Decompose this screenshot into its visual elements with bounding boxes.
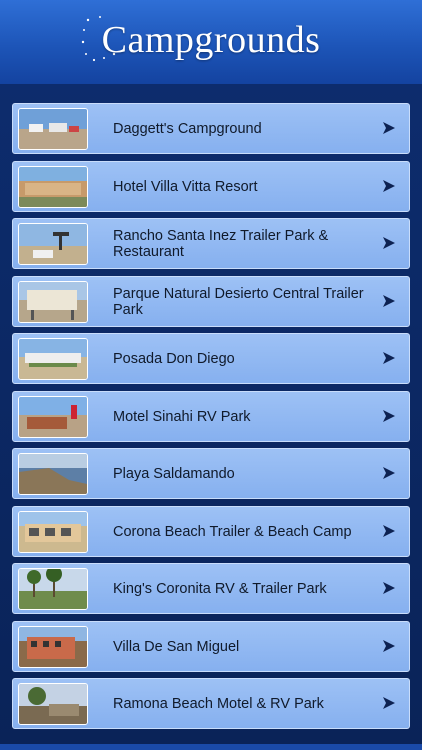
item-label: Ramona Beach Motel & RV Park	[113, 695, 324, 712]
chevron-right-icon	[383, 122, 395, 134]
resort-thumbnail	[18, 166, 88, 208]
chevron-right-icon	[383, 697, 395, 709]
chevron-right-icon	[383, 410, 395, 422]
chevron-right-icon	[383, 295, 395, 307]
motel-thumbnail	[18, 396, 88, 438]
beach-building-thumbnail	[18, 511, 88, 553]
campground-thumbnail	[18, 108, 88, 150]
item-label: Parque Natural Desierto Central Trailer …	[113, 285, 364, 318]
item-label: Hotel Villa Vitta Resort	[113, 178, 258, 195]
nav-header: Campgrounds	[0, 0, 422, 85]
list-item[interactable]: Parque Natural Desierto Central Trailer …	[12, 276, 410, 327]
chevron-right-icon	[383, 237, 395, 249]
motel-sign-thumbnail	[18, 683, 88, 725]
item-label: Corona Beach Trailer & Beach Camp	[113, 523, 352, 540]
beach-cliff-thumbnail	[18, 453, 88, 495]
item-label: Playa Saldamando	[113, 465, 235, 482]
page-title: Campgrounds	[101, 19, 321, 61]
list-item[interactable]: Daggett's Campground	[12, 103, 410, 154]
park-sign-thumbnail	[18, 281, 88, 323]
chevron-right-icon	[383, 525, 395, 537]
list-item[interactable]: Corona Beach Trailer & Beach Camp	[12, 506, 410, 557]
posada-thumbnail	[18, 338, 88, 380]
list-item[interactable]: Ramona Beach Motel & RV Park	[12, 678, 410, 729]
campground-list: Daggett's Campground Hotel Villa Vitta R…	[0, 84, 422, 750]
chevron-right-icon	[383, 640, 395, 652]
list-item[interactable]: Motel Sinahi RV Park	[12, 391, 410, 442]
list-item[interactable]: Rancho Santa Inez Trailer Park & Restaur…	[12, 218, 410, 269]
list-item[interactable]: King's Coronita RV & Trailer Park	[12, 563, 410, 614]
chevron-right-icon	[383, 582, 395, 594]
bottom-bar	[0, 744, 422, 750]
item-label: Rancho Santa Inez Trailer Park & Restaur…	[113, 227, 329, 260]
item-label: Daggett's Campground	[113, 120, 262, 137]
chevron-right-icon	[383, 180, 395, 192]
list-item[interactable]: Playa Saldamando	[12, 448, 410, 499]
list-item[interactable]: Hotel Villa Vitta Resort	[12, 161, 410, 212]
list-item[interactable]: Posada Don Diego	[12, 333, 410, 384]
palm-trees-thumbnail	[18, 568, 88, 610]
villa-thumbnail	[18, 626, 88, 668]
item-label: Villa De San Miguel	[113, 638, 240, 655]
item-label: King's Coronita RV & Trailer Park	[113, 580, 327, 597]
chevron-right-icon	[383, 352, 395, 364]
chevron-right-icon	[383, 467, 395, 479]
item-label: Motel Sinahi RV Park	[113, 408, 251, 425]
list-item[interactable]: Villa De San Miguel	[12, 621, 410, 672]
desert-sign-thumbnail	[18, 223, 88, 265]
item-label: Posada Don Diego	[113, 350, 235, 367]
